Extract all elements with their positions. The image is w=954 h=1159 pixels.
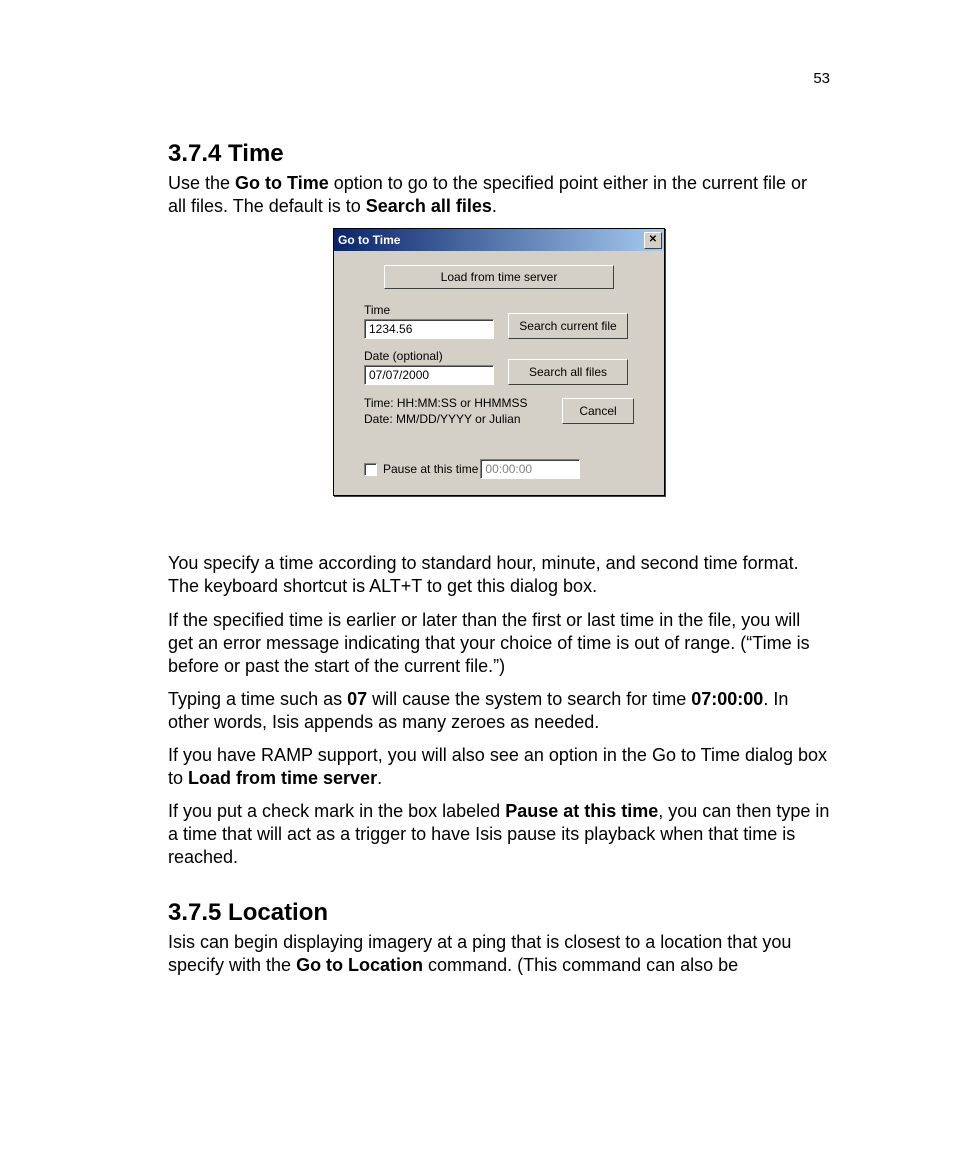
bold-go-to-time: Go to Time — [235, 173, 329, 193]
hint-row: Time: HH:MM:SS or HHMMSS Date: MM/DD/YYY… — [364, 395, 634, 427]
heading-location: 3.7.5 Location — [168, 899, 830, 927]
heading-time: 3.7.4 Time — [168, 140, 830, 168]
dialog-titlebar: Go to Time ✕ — [334, 229, 664, 251]
paragraph-range-error: If the specified time is earlier or late… — [168, 609, 830, 678]
page-number: 53 — [813, 70, 830, 87]
pause-checkbox[interactable] — [364, 463, 377, 476]
bold-load-from-time-server: Load from time server — [188, 768, 377, 788]
bold-pause-at-this-time: Pause at this time — [505, 801, 658, 821]
time-input[interactable]: 1234.56 — [364, 319, 494, 339]
time-label: Time — [364, 303, 494, 317]
text: . — [377, 768, 382, 788]
load-from-time-server-button[interactable]: Load from time server — [384, 265, 614, 289]
bold-go-to-location: Go to Location — [296, 955, 423, 975]
hint-time-format: Time: HH:MM:SS or HHMMSS — [364, 396, 528, 410]
hint-date-format: Date: MM/DD/YYYY or Julian — [364, 412, 521, 426]
pause-time-input[interactable]: 00:00:00 — [480, 459, 580, 479]
dialog-body: Load from time server Time 1234.56 Searc… — [334, 251, 664, 495]
date-label: Date (optional) — [364, 349, 494, 363]
bold-07: 07 — [347, 689, 367, 709]
bold-070000: 07:00:00 — [691, 689, 763, 709]
paragraph-zeroes: Typing a time such as 07 will cause the … — [168, 688, 830, 734]
text: Typing a time such as — [168, 689, 347, 709]
text: If you put a check mark in the box label… — [168, 801, 505, 821]
paragraph-specify: You specify a time according to standard… — [168, 552, 830, 598]
time-row: Time 1234.56 Search current file — [364, 303, 634, 339]
pause-label: Pause at this time — [383, 462, 478, 476]
text: Use the — [168, 173, 235, 193]
paragraph-ramp: If you have RAMP support, you will also … — [168, 744, 830, 790]
cancel-button[interactable]: Cancel — [562, 398, 634, 424]
bold-search-all-files: Search all files — [366, 196, 492, 216]
search-all-files-button[interactable]: Search all files — [508, 359, 628, 385]
dialog-figure: Go to Time ✕ Load from time server Time … — [168, 228, 830, 496]
close-icon[interactable]: ✕ — [644, 232, 662, 249]
text: will cause the system to search for time — [367, 689, 691, 709]
go-to-time-dialog: Go to Time ✕ Load from time server Time … — [333, 228, 665, 496]
date-row: Date (optional) 07/07/2000 Search all fi… — [364, 349, 634, 385]
date-input[interactable]: 07/07/2000 — [364, 365, 494, 385]
text: command. (This command can also be — [423, 955, 738, 975]
dialog-title: Go to Time — [338, 233, 400, 247]
paragraph-intro: Use the Go to Time option to go to the s… — [168, 172, 830, 218]
format-hint: Time: HH:MM:SS or HHMMSS Date: MM/DD/YYY… — [364, 395, 528, 427]
pause-row: Pause at this time 00:00:00 — [364, 459, 634, 479]
search-current-file-button[interactable]: Search current file — [508, 313, 628, 339]
paragraph-location: Isis can begin displaying imagery at a p… — [168, 931, 830, 977]
text: . — [492, 196, 497, 216]
paragraph-pause: If you put a check mark in the box label… — [168, 800, 830, 869]
